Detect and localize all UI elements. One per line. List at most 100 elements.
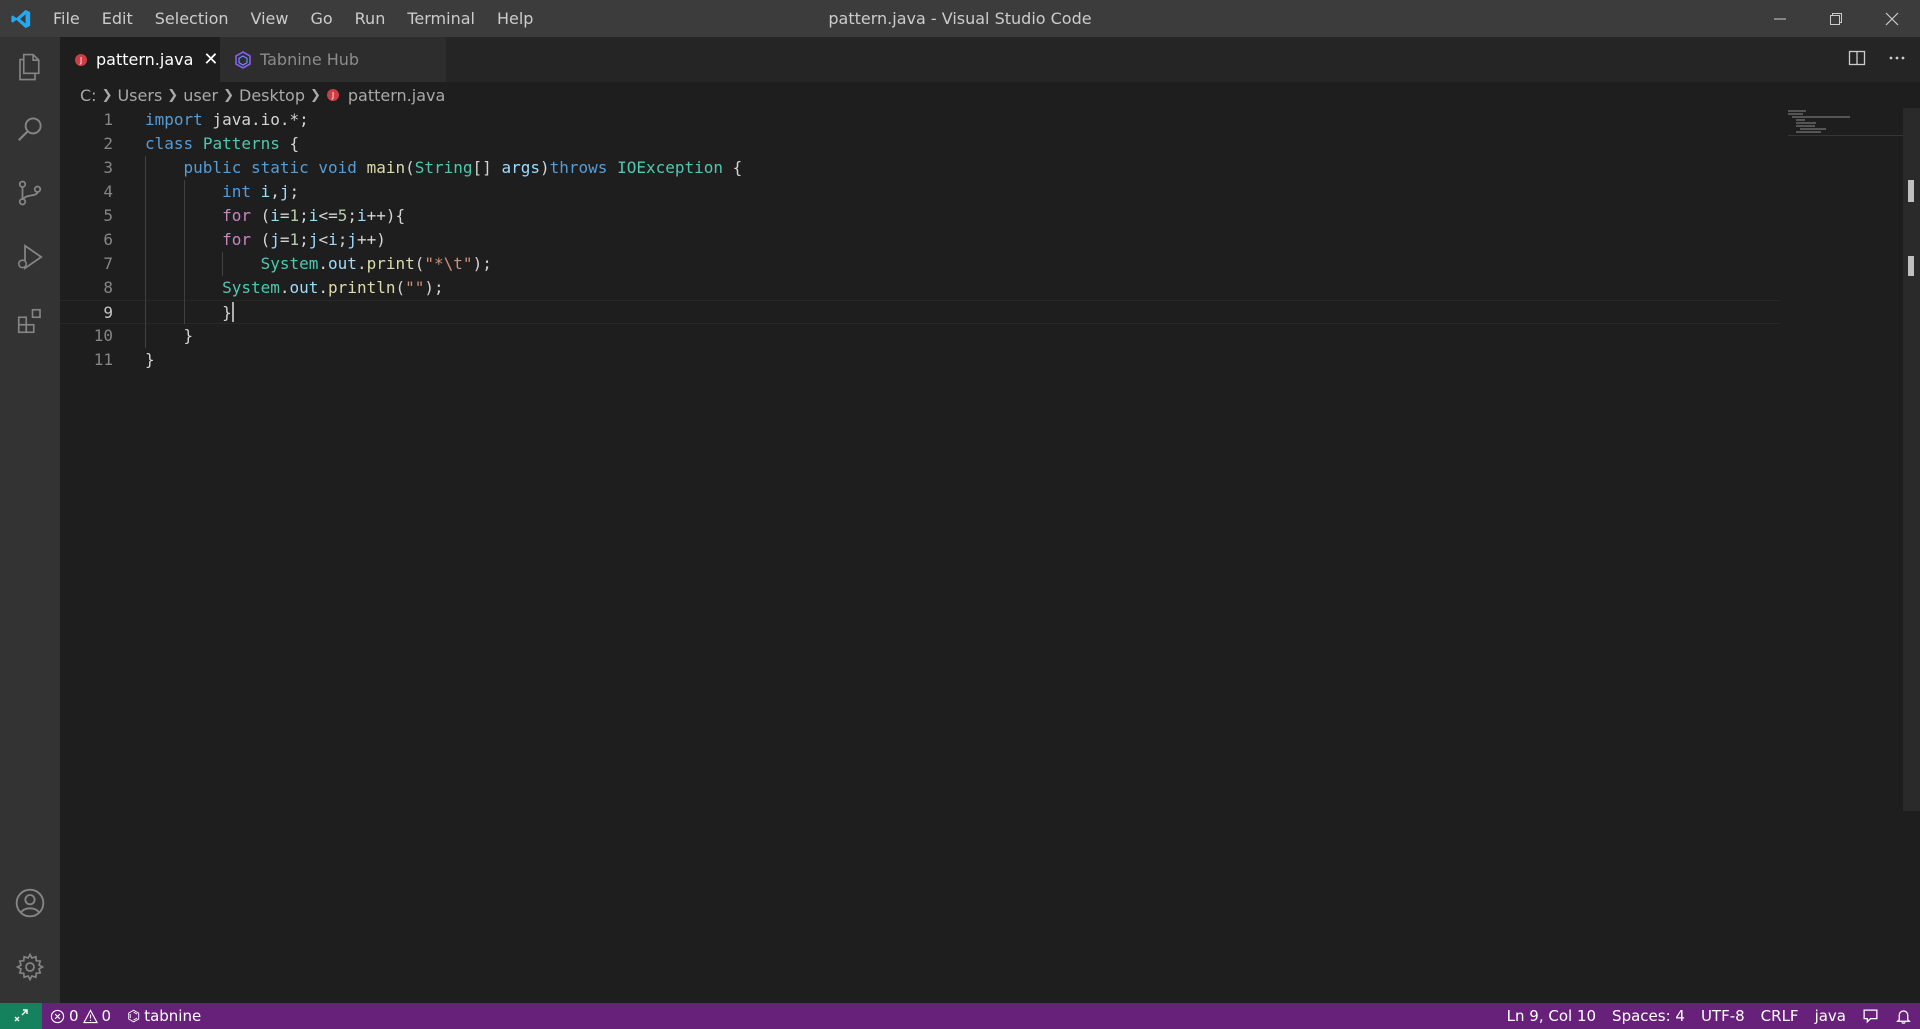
window-controls [1752,0,1920,37]
notifications-button[interactable] [1887,1003,1920,1029]
line-number: 7 [103,254,113,273]
text-cursor [231,302,234,322]
line-number: 9 [103,303,113,322]
editor-tabs-bar: J pattern.java ✕ Tabnine Hub [60,37,1920,82]
line-code: public static void main(String[] args)th… [183,158,743,177]
code-editor[interactable]: 1 import java.io.*; 2 class Patterns {3 pub… [60,108,1903,1003]
breadcrumb: C: ❯ Users ❯ user ❯ Desktop ❯ J pattern.… [80,82,445,108]
problems-indicator[interactable]: 0 0 [42,1003,119,1029]
code-line[interactable]: 2 class Patterns { [60,132,1780,156]
code-line[interactable]: 11} [60,348,1780,372]
line-number: 4 [103,182,113,201]
vertical-scrollbar[interactable] [1903,108,1920,811]
line-code: int i,j; [222,182,300,201]
tab-tabnine-hub[interactable]: Tabnine Hub [220,37,446,82]
activity-explorer[interactable] [0,37,60,97]
feedback-button[interactable] [1854,1003,1887,1029]
run-debug-icon [17,244,43,270]
eol-status[interactable]: CRLF [1753,1003,1807,1029]
menu-view[interactable]: View [240,0,300,37]
indentation-status[interactable]: Spaces: 4 [1604,1003,1693,1029]
line-code: } [145,303,232,322]
split-editor-button[interactable] [1848,49,1866,71]
title-bar: File Edit Selection View Go Run Terminal… [0,0,1920,37]
indent-guide [222,252,224,276]
activity-bar [0,37,60,1003]
tabnine-label: tabnine [144,1007,202,1025]
overview-ruler-mark [1908,180,1914,202]
menu-terminal[interactable]: Terminal [396,0,486,37]
editor-actions [1848,37,1906,82]
code-line[interactable]: 1 import java.io.*; [60,108,1780,132]
split-editor-icon [1848,50,1866,65]
more-actions-button[interactable] [1888,49,1906,71]
activity-search[interactable] [0,99,60,159]
menu-file[interactable]: File [42,0,91,37]
code-line[interactable]: 8 System.out.println(""); [60,276,1780,300]
source-control-icon [18,180,42,206]
remote-indicator[interactable] [0,1003,42,1029]
tab-pattern-java[interactable]: J pattern.java ✕ [60,37,220,82]
activity-source-control[interactable] [0,163,60,223]
tab-close-icon[interactable]: ✕ [203,49,218,70]
chevron-right-icon: ❯ [223,87,234,103]
search-icon [17,117,42,142]
activity-extensions[interactable] [0,291,60,351]
breadcrumb-item[interactable]: user [183,86,218,105]
chevron-right-icon: ❯ [101,87,113,103]
indent-guide [183,180,185,324]
code-line[interactable]: 7 System.out.print("*\t"); [60,252,1780,276]
menu-selection[interactable]: Selection [144,0,240,37]
svg-text:J: J [79,56,82,65]
activity-manage[interactable] [0,937,60,997]
breadcrumb-item[interactable]: pattern.java [348,86,445,105]
status-bar: 0 0 ⌬ tabnine Ln 9, Col 10 Spaces: 4 UTF… [0,1003,1920,1029]
menu-go[interactable]: Go [299,0,343,37]
code-line[interactable]: 5 for (i=1;i<=5;i++){ [60,204,1780,228]
minimize-icon [1774,18,1786,19]
breadcrumb-item[interactable]: Users [117,86,162,105]
activity-accounts[interactable] [0,873,60,933]
cursor-position[interactable]: Ln 9, Col 10 [1499,1003,1604,1029]
code-line[interactable]: 10 } [60,324,1780,348]
close-window-button[interactable] [1864,0,1920,37]
menu-edit[interactable]: Edit [91,0,144,37]
restore-button[interactable] [1808,0,1864,37]
ellipsis-icon [1889,56,1905,59]
line-number: 3 [103,158,113,177]
line-code: System.out.print("*\t"); [260,254,492,273]
menu-help[interactable]: Help [486,0,544,37]
line-number: 10 [93,326,113,345]
code-line[interactable]: 4 int i,j; [60,180,1780,204]
tabnine-status[interactable]: ⌬ tabnine [119,1003,209,1029]
tabnine-icon [234,50,252,69]
line-number: 8 [103,278,113,297]
encoding-status[interactable]: UTF-8 [1693,1003,1753,1029]
java-file-icon: J [326,88,340,102]
chevron-right-icon: ❯ [167,87,179,103]
breadcrumb-item[interactable]: Desktop [239,86,305,105]
warning-icon [82,1008,98,1023]
code-line[interactable]: 6 for (j=1;j<i;j++) [60,228,1780,252]
line-code: import java.io.*; [145,110,309,129]
minimap[interactable] [1788,108,1903,148]
minimize-button[interactable] [1752,0,1808,37]
activity-run-debug[interactable] [0,227,60,287]
vscode-logo-icon [0,0,42,37]
bell-icon [1896,1009,1911,1024]
code-line[interactable]: 9 } [60,300,1780,324]
java-file-icon: J [74,53,88,67]
line-number: 5 [103,206,113,225]
line-number: 1 [103,110,113,129]
language-mode[interactable]: java [1807,1003,1854,1029]
code-line[interactable]: 3 public static void main(String[] args)… [60,156,1780,180]
line-number: 11 [93,350,113,369]
menu-run[interactable]: Run [344,0,397,37]
line-code: class Patterns { [145,134,300,153]
breadcrumb-item[interactable]: C: [80,86,97,105]
line-code: for (j=1;j<i;j++) [222,230,386,249]
line-code: } [145,350,155,369]
tab-label: pattern.java [96,50,194,69]
settings-gear-icon [15,952,45,982]
restore-icon [1830,12,1842,25]
